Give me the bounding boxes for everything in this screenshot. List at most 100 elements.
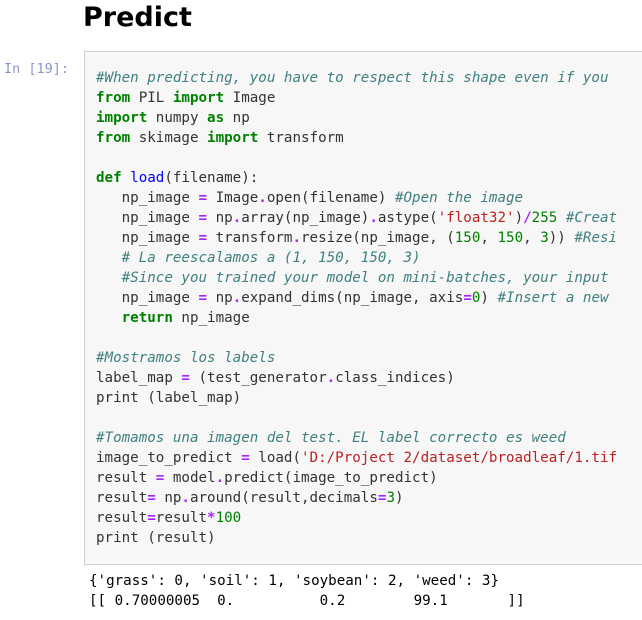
code-token: label_map <box>96 370 182 386</box>
code-line: #Mostramos los labels <box>96 348 617 368</box>
code-token: 100 <box>215 510 242 526</box>
code-token: 150 <box>497 230 524 246</box>
code-line: def load(filename): <box>96 168 617 188</box>
code-token: , <box>480 230 498 246</box>
code-line: result= np.around(result,decimals=3) <box>96 488 617 508</box>
code-token: class_indices) <box>335 370 455 386</box>
code-token: )) <box>548 230 575 246</box>
code-line: print (result) <box>96 528 617 548</box>
code-token: 3 <box>540 230 549 246</box>
code-token: def <box>96 170 122 186</box>
code-token: open(filename) <box>266 190 395 206</box>
code-token: result <box>155 510 208 526</box>
code-token: 255 <box>531 210 558 226</box>
code-token: np <box>224 110 250 126</box>
code-token: / <box>523 210 532 226</box>
code-token: np_image <box>96 190 199 206</box>
code-line: #Since you trained your model on mini-ba… <box>96 268 617 288</box>
code-token: numpy <box>147 110 208 126</box>
code-token: * <box>207 510 216 526</box>
code-token: #Creat <box>565 210 618 226</box>
code-line: image_to_predict = load('D:/Project 2/da… <box>96 448 617 468</box>
code-token: 3 <box>386 490 395 506</box>
code-token: PIL <box>130 90 173 106</box>
code-token: predict(image_to_predict) <box>224 470 438 486</box>
code-token: as <box>207 110 225 126</box>
code-token: # La reescalamos a (1, 150, 150, 3) <box>121 250 421 266</box>
code-line: np_image = transform.resize(np_image, (1… <box>96 228 617 248</box>
cell-prompt: In [19]: <box>4 61 70 77</box>
code-token: np_image <box>96 210 199 226</box>
section-heading: Predict <box>83 2 192 33</box>
code-token: return <box>121 310 173 326</box>
output-line: [[ 0.70000005 0. 0.2 99.1 ]] <box>89 593 525 609</box>
code-token: load <box>130 170 165 186</box>
code-token: ) <box>394 490 404 506</box>
code-token: array(np_image) <box>241 210 370 226</box>
code-token: #Since you trained your model on mini-ba… <box>121 270 609 286</box>
code-token: . <box>258 190 267 206</box>
code-token: skimage <box>130 130 208 146</box>
code-token: Image <box>207 190 259 206</box>
code-token: . <box>181 490 190 506</box>
code-token: = <box>198 210 208 226</box>
code-token: np_image <box>96 290 199 306</box>
code-line: # La reescalamos a (1, 150, 150, 3) <box>96 248 617 268</box>
code-token: model <box>164 470 216 486</box>
code-token: #Resi <box>574 230 618 246</box>
code-token: 'float32' <box>437 210 515 226</box>
code-token: #Tomamos una imagen del test. EL label c… <box>96 430 566 446</box>
code-editor[interactable]: #When predicting, you have to respect th… <box>96 68 617 548</box>
code-token: print (label_map) <box>96 390 242 406</box>
code-line: np_image = np.array(np_image).astype('fl… <box>96 208 617 228</box>
code-line: np_image = Image.open(filename) #Open th… <box>96 188 617 208</box>
code-token: = <box>147 510 156 526</box>
code-line: print (label_map) <box>96 388 617 408</box>
code-token: result <box>96 470 156 486</box>
code-token: ) <box>480 290 498 306</box>
code-token: transform <box>258 130 344 146</box>
code-token: = <box>241 450 250 466</box>
code-token: expand_dims(np_image, axis <box>241 290 464 306</box>
code-token: result <box>96 510 148 526</box>
code-token: import <box>96 110 148 126</box>
code-token: np_image <box>96 230 199 246</box>
code-token: np <box>207 210 233 226</box>
code-token: #Insert a new <box>497 290 609 306</box>
code-token: np_image <box>172 310 250 326</box>
code-token: . <box>232 290 242 306</box>
code-token: load( <box>249 450 302 466</box>
code-token: ) <box>514 210 524 226</box>
code-token: np <box>207 290 233 306</box>
code-token: (test_generator <box>189 370 327 386</box>
code-token: Image <box>224 90 276 106</box>
code-token: from <box>96 90 131 106</box>
code-token: . <box>369 210 378 226</box>
code-token: = <box>198 290 208 306</box>
code-token: print (result) <box>96 530 216 546</box>
code-token: (filename): <box>164 170 259 186</box>
code-token: astype( <box>377 210 438 226</box>
code-line: import numpy as np <box>96 108 617 128</box>
code-token: , <box>523 230 541 246</box>
code-token: . <box>326 370 336 386</box>
code-token: . <box>215 470 225 486</box>
code-token: around(result,decimals <box>189 490 378 506</box>
code-line: result = model.predict(image_to_predict) <box>96 468 617 488</box>
code-token: = <box>181 370 190 386</box>
code-token: . <box>292 230 302 246</box>
code-token: = <box>198 230 208 246</box>
code-line: return np_image <box>96 308 617 328</box>
code-token: = <box>198 190 208 206</box>
code-line: from PIL import Image <box>96 88 617 108</box>
code-token: resize(np_image, ( <box>301 230 455 246</box>
output-line: {'grass': 0, 'soil': 1, 'soybean': 2, 'w… <box>89 573 499 589</box>
code-token: = <box>147 490 156 506</box>
code-token: #Open the image <box>394 190 524 206</box>
